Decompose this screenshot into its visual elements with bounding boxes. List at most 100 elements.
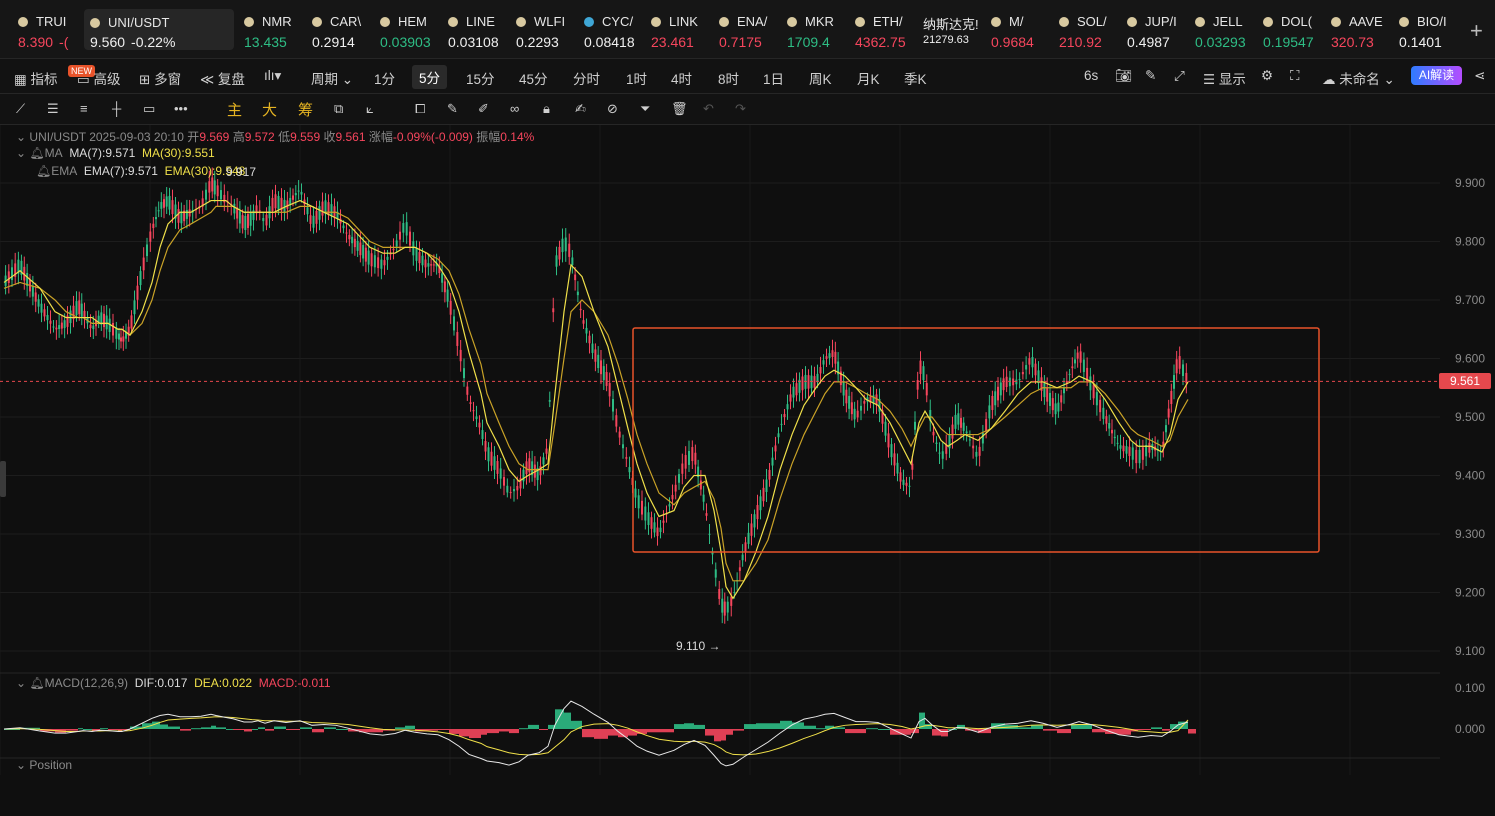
ticker-item[interactable]: MKR 1709.4 xyxy=(787,8,853,52)
interval-tab[interactable]: 15分 xyxy=(466,68,495,88)
candle-body xyxy=(453,316,455,331)
interval-tab[interactable]: 1时 xyxy=(626,68,647,88)
replay-button[interactable]: ≪ 复盘 xyxy=(200,68,245,88)
interval-tab[interactable]: 45分 xyxy=(519,68,548,88)
candle-body xyxy=(1135,449,1138,464)
candle-body xyxy=(409,231,411,246)
ticker-item[interactable]: ENA/0.7175 xyxy=(719,8,785,52)
ticker-item[interactable]: M/0.9684 xyxy=(991,8,1057,52)
fullscreen-icon[interactable]: ⛶ xyxy=(1290,68,1299,84)
add-symbol-button[interactable]: + xyxy=(1470,18,1483,44)
candle-body xyxy=(792,386,795,398)
interval-tab[interactable]: 周K xyxy=(809,68,832,88)
macd-bar xyxy=(659,729,674,733)
collapse-icon[interactable]: ⌄ xyxy=(16,130,26,144)
hide-icon[interactable]: ⊘ xyxy=(607,101,618,117)
eraser-icon[interactable]: ✐ xyxy=(478,101,489,117)
ticker-item[interactable]: LINK 23.461 xyxy=(651,8,717,52)
ticker-item[interactable]: JUP/I 0.4987 xyxy=(1127,8,1193,52)
ticker-item[interactable]: ETH/4362.75 xyxy=(855,8,921,52)
ma7-line xyxy=(3,199,1189,600)
candle-body xyxy=(211,177,214,192)
interval-tab[interactable]: 8时 xyxy=(718,68,739,88)
edit-icon[interactable]: ✍ xyxy=(575,101,586,117)
link-icon[interactable]: ∞ xyxy=(510,101,519,116)
interval-tab[interactable]: 4时 xyxy=(671,68,692,88)
ticker-item[interactable]: 纳斯达克! 21279.63 xyxy=(923,8,989,52)
period-dropdown[interactable]: 周期 ⌄ xyxy=(311,68,353,88)
indicator-button[interactable]: ▦ 指标 NEW xyxy=(14,65,95,88)
interval-tab[interactable]: 月K xyxy=(857,68,880,88)
chart-type-button[interactable]: ılı▾ xyxy=(264,68,281,84)
bell-icon[interactable]: 🔔︎ xyxy=(29,676,44,690)
macd-bar xyxy=(405,725,415,729)
magnet-icon[interactable]: ⧉ xyxy=(334,101,343,117)
ticker-item[interactable]: CAR\ 0.2914 xyxy=(312,8,378,52)
collapse-icon[interactable]: ⌄ xyxy=(16,758,26,772)
candle-body xyxy=(152,223,155,229)
settings-gear-icon[interactable]: ⚙ xyxy=(1261,68,1273,84)
interval-tab[interactable]: 1分 xyxy=(374,68,395,88)
candle-body xyxy=(753,514,756,528)
chart-area[interactable]: 9.900 9.800 9.700 9.600 9.500 9.400 9.300 9.200… xyxy=(0,125,1495,816)
bell-icon[interactable]: 🔔︎ xyxy=(29,146,44,160)
candle-body xyxy=(684,455,687,469)
rectangle-icon[interactable]: ▭ xyxy=(143,101,155,117)
macd-bar xyxy=(180,729,191,731)
layout-name-dropdown[interactable]: ☁ 未命名 ⌄ xyxy=(1322,68,1395,88)
collapse-icon[interactable]: ⌄ xyxy=(16,676,26,690)
candle-body xyxy=(271,197,274,211)
candle-body xyxy=(258,210,261,212)
ticker-item[interactable]: CYC/0.08418 xyxy=(584,8,650,52)
pencil-icon[interactable]: ✎ xyxy=(1145,68,1156,84)
ai-interpret-button[interactable]: AI解读 xyxy=(1411,66,1462,85)
trash-icon[interactable]: 🗑︎ xyxy=(671,101,688,117)
interval-tab[interactable]: 季K xyxy=(904,68,927,88)
share-icon[interactable]: ⋖ xyxy=(1474,68,1485,84)
ticker-item[interactable]: LINE 0.03108 xyxy=(448,8,514,52)
measure-icon[interactable]: ⟀ xyxy=(366,101,374,117)
horizontal-line-icon[interactable]: ┼ xyxy=(112,101,121,116)
lock-icon[interactable]: 🔒︎ xyxy=(543,101,550,117)
camera-icon[interactable]: 📷︎ xyxy=(1115,68,1132,84)
candle-body xyxy=(935,442,938,444)
more-tools-icon[interactable]: ••• xyxy=(174,101,188,116)
chip-distribution-toggle[interactable]: 筹 xyxy=(298,99,313,120)
ticker-item[interactable]: NMR 13.435 xyxy=(244,8,310,52)
ticker-item[interactable]: TRUI 8.390 -( xyxy=(18,8,84,52)
interval-tab[interactable]: 分时 xyxy=(573,68,600,88)
copy-icon[interactable]: ⧠ xyxy=(415,101,425,117)
expand-icon[interactable]: ⤢ xyxy=(1174,68,1185,84)
bell-icon[interactable]: 🔔︎ xyxy=(36,164,51,178)
ticker-item[interactable]: AAVE 320.73 xyxy=(1331,8,1397,52)
brush-icon[interactable]: ✎ xyxy=(447,101,458,117)
fib-lines-icon[interactable]: ≡ xyxy=(80,101,88,116)
ticker-item[interactable]: WLFI 0.2293 xyxy=(516,8,582,52)
ticker-item[interactable]: SOL/210.92 xyxy=(1059,8,1125,52)
display-button[interactable]: ☰ 显示 xyxy=(1203,68,1246,88)
ticker-item[interactable]: BIO/I 0.1401 xyxy=(1399,8,1465,52)
collapse-icon[interactable]: ⌄ xyxy=(16,146,26,160)
advanced-button[interactable]: ▭ 高级 xyxy=(77,68,121,88)
candle-body xyxy=(220,190,222,200)
multi-window-button[interactable]: ⊞ 多窗 xyxy=(139,68,181,88)
main-chart-toggle[interactable]: 主 xyxy=(227,99,242,120)
redo-icon[interactable]: ↷ xyxy=(735,101,746,117)
undo-icon[interactable]: ↶ xyxy=(703,101,714,117)
ticker-change: -( xyxy=(59,34,69,50)
ticker-item[interactable]: JELL 0.03293 xyxy=(1195,8,1261,52)
macd-bar xyxy=(792,722,804,729)
kline-svg[interactable]: 9.900 9.800 9.700 9.600 9.500 9.400 9.300 9.200… xyxy=(0,125,1495,816)
parallel-lines-icon[interactable]: ☰ xyxy=(47,101,59,117)
ticker-item[interactable]: DOL(0.19547 xyxy=(1263,8,1329,52)
ticker-item[interactable]: HEM 0.03903 xyxy=(380,8,446,52)
coin-logo-icon xyxy=(244,16,254,27)
big-order-toggle[interactable]: 大 xyxy=(262,99,277,120)
refresh-interval[interactable]: 6s xyxy=(1084,68,1098,83)
trendline-icon[interactable]: ⟋ xyxy=(16,101,25,117)
interval-tab[interactable]: 5分 xyxy=(412,65,448,89)
ticker-item-active[interactable]: UNI/USDT 9.560 -0.22% xyxy=(84,9,234,50)
interval-tab[interactable]: 1日 xyxy=(763,68,784,88)
coin-logo-icon xyxy=(18,16,28,27)
filter-icon[interactable]: ⏷ xyxy=(640,101,650,117)
